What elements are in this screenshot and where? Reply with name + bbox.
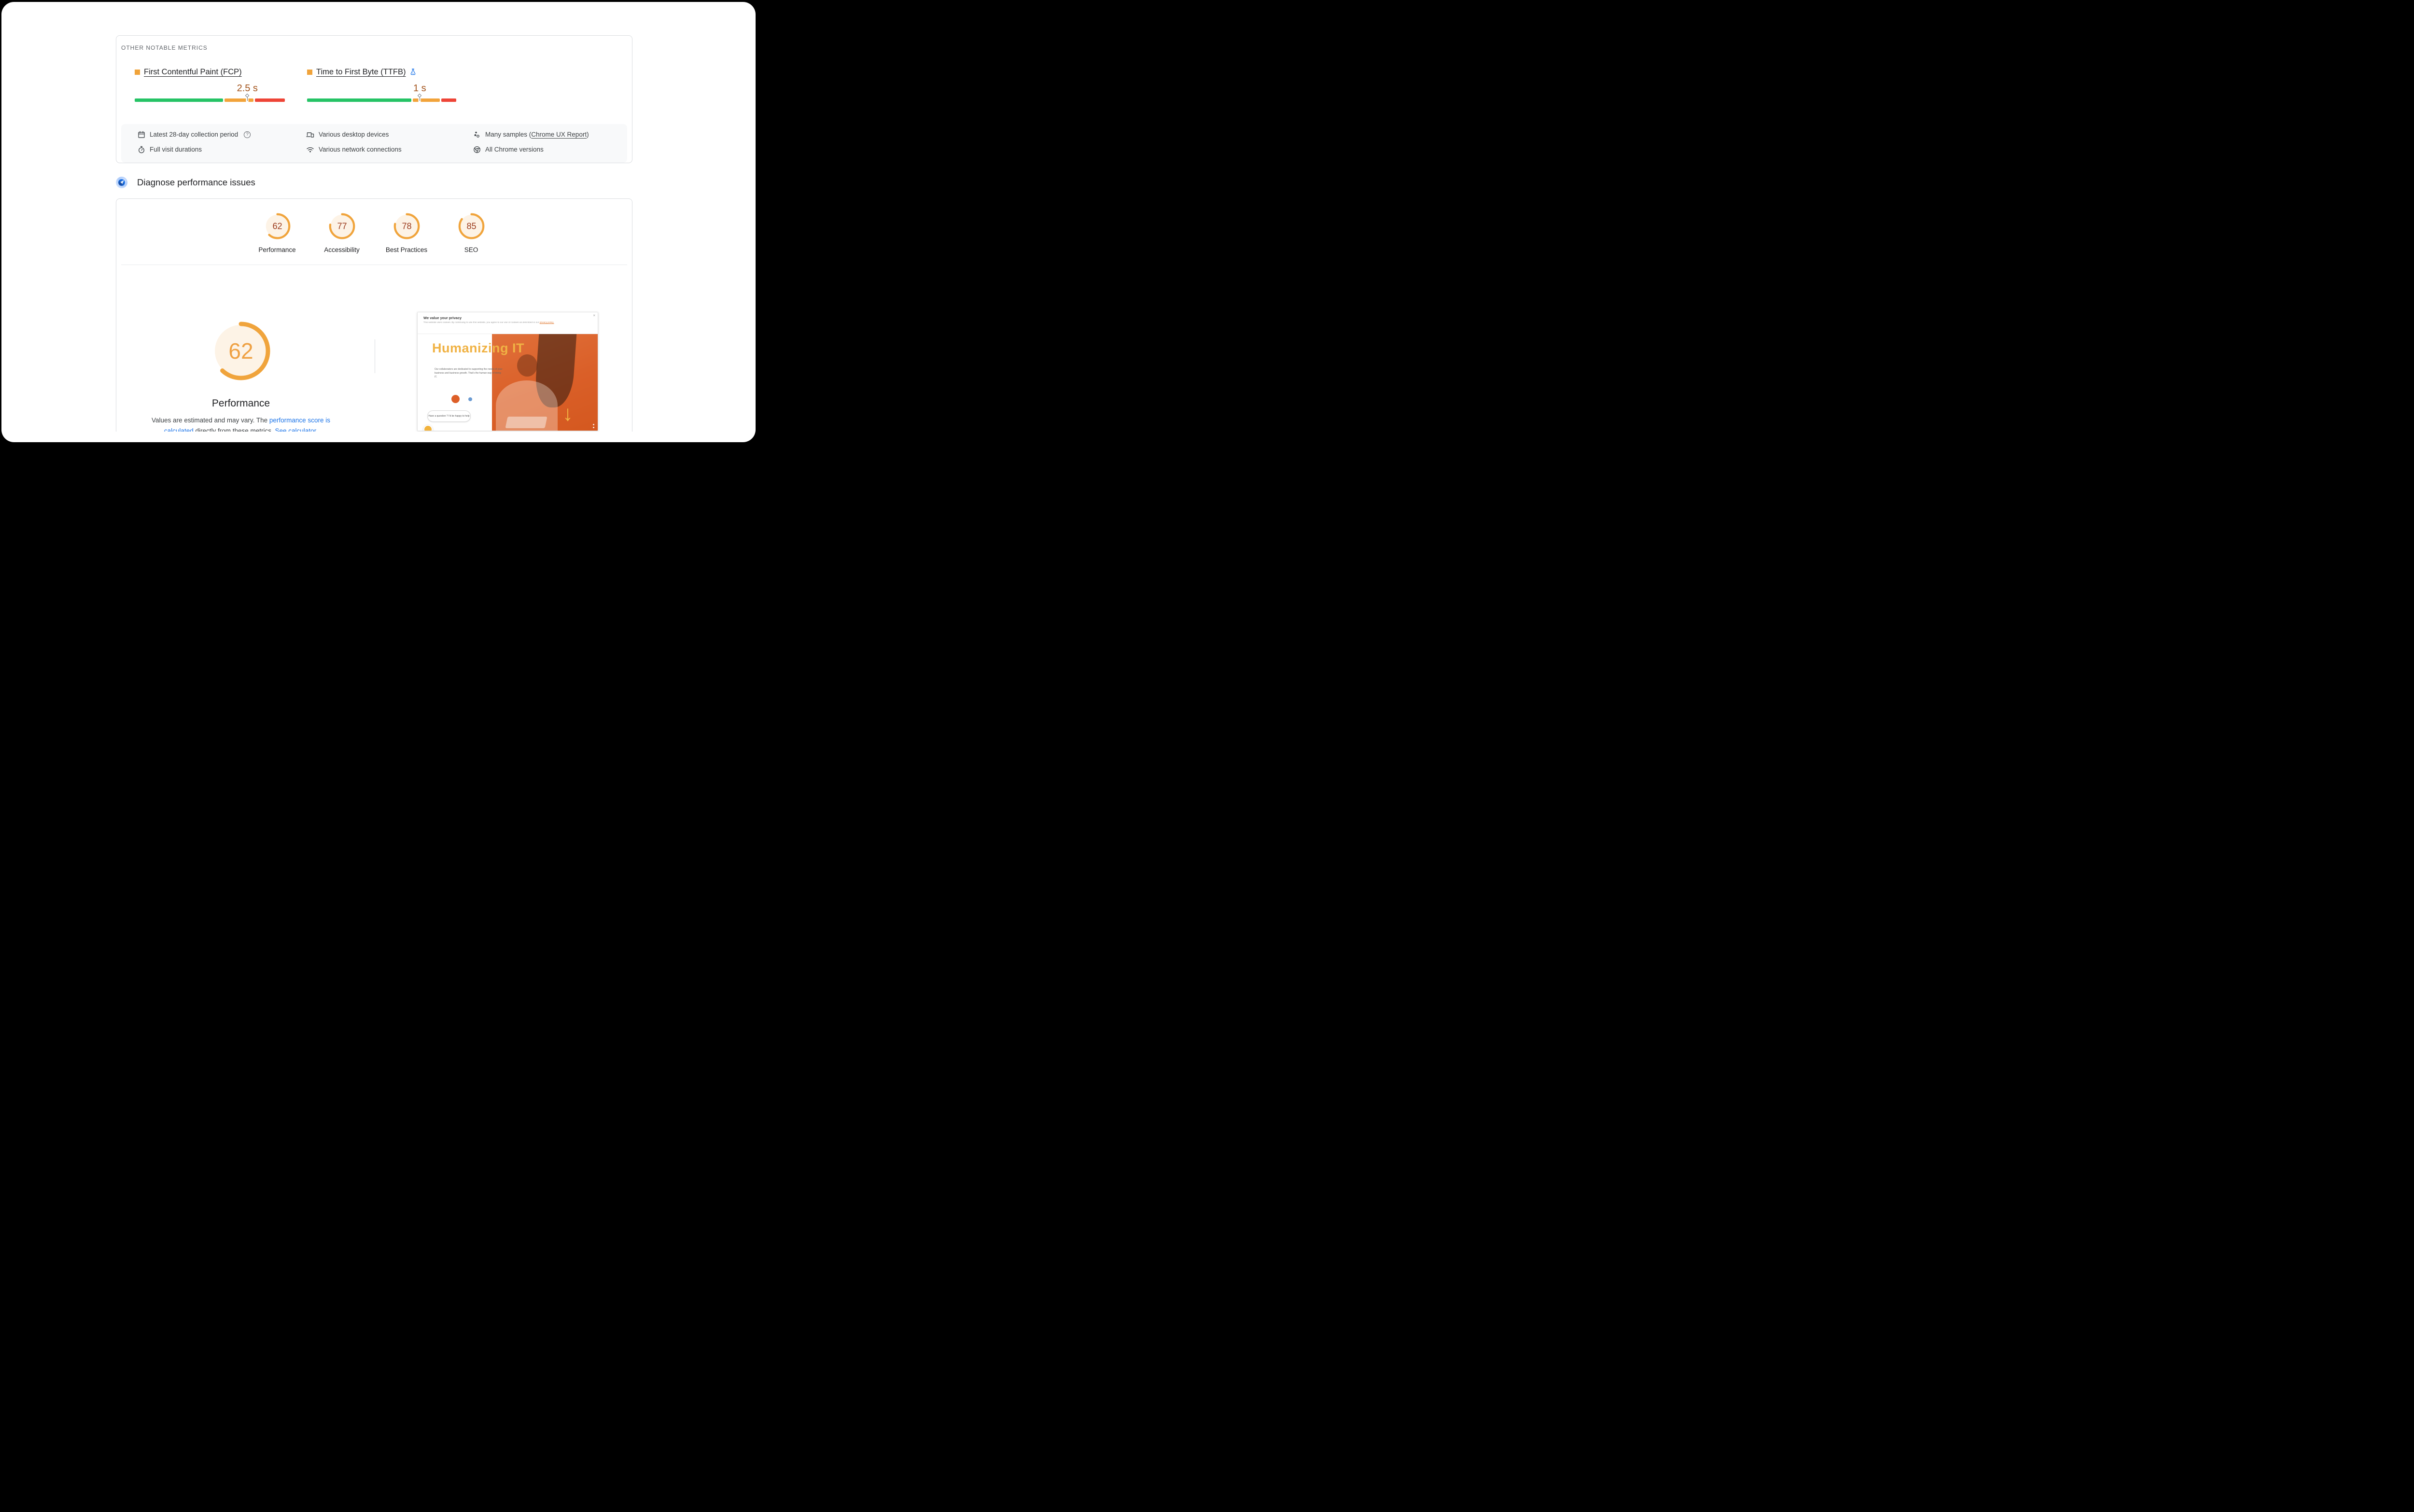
svg-text:77: 77 [337,222,347,231]
category-gauge-seo[interactable]: 85 SEO [450,212,492,253]
category-label: SEO [464,246,478,253]
chat-widget-icon [423,425,433,431]
info-label: Latest 28-day collection period [150,131,239,138]
metric-ttfb-title-row: Time to First Byte (TTFB) [307,67,456,77]
score-gauge: 62 [264,213,290,239]
svg-text:78: 78 [402,222,411,231]
chrome-ux-report-link[interactable]: Chrome UX Report [531,131,587,138]
orange-square-icon [307,69,312,75]
network-icon [307,147,314,152]
bar-segment-good [307,98,412,102]
lighthouse-gauge-icon [116,177,127,188]
metric-fcp-value: 2.5 s [237,83,258,94]
chrome-icon [474,146,480,153]
metric-ttfb-marker [418,93,422,101]
metric-ttfb-link[interactable]: Time to First Byte (TTFB) [316,68,406,77]
report-panel: OTHER NOTABLE METRICS First Contentful P… [1,2,756,442]
cookie-policy-link: privacy policy. [539,322,554,324]
laptop-shape [505,417,547,428]
devices-icon [306,132,314,138]
category-gauge-best-practices[interactable]: 78 Best Practices [386,212,427,253]
help-icon[interactable]: ? [244,131,251,138]
info-label: All Chrome versions [485,146,544,153]
chat-bubble: Have a question ? I'd be happy to help [427,410,471,422]
info-network-connections: Various network connections [306,146,473,154]
category-gauge-row: 62 Performance 77 Accessibility 78 Best … [116,212,632,253]
bar-segment-average [413,98,440,102]
bar-segment-good [135,98,224,102]
marker-diamond-icon [245,93,250,98]
diagnose-card: 62 Performance 77 Accessibility 78 Best … [116,198,632,432]
info-label: Many samples (Chrome UX Report) [485,131,589,138]
pagespeed-insights-screenshot: OTHER NOTABLE METRICS First Contentful P… [0,0,757,453]
page-indicator-dots [593,424,594,428]
metric-fcp-title-row: First Contentful Paint (FCP) [135,67,285,77]
svg-text:62: 62 [272,222,282,231]
info-chrome-versions: All Chrome versions [473,146,619,154]
hero-title: Humanizing IT [432,341,524,355]
hero-section: Humanizing IT Our collaborators are dedi… [418,334,598,431]
other-metrics-card: OTHER NOTABLE METRICS First Contentful P… [116,35,632,163]
collection-info-box: Latest 28-day collection period ? Variou… [121,124,627,163]
metric-ttfb-bar [307,98,456,102]
info-label: Various network connections [319,146,402,153]
info-many-samples: Many samples (Chrome UX Report) [473,131,619,139]
diagnose-heading: Diagnose performance issues [137,177,255,187]
category-gauge-performance[interactable]: 62 Performance [256,212,298,253]
score-gauge: 85 [458,213,484,239]
score-gauge: 78 [393,213,420,239]
info-label: Various desktop devices [319,131,389,138]
info-collection-period: Latest 28-day collection period ? [138,131,306,139]
see-calculator-link[interactable]: See calculator. [275,427,318,432]
category-label: Best Practices [385,246,428,253]
metric-ttfb: Time to First Byte (TTFB) 1 s [307,67,456,102]
hero-paragraph: Our collaborators are dedicated to suppo… [435,368,503,378]
metric-fcp-marker [245,93,250,101]
category-gauge-accessibility[interactable]: 77 Accessibility [321,212,363,253]
other-metrics-heading: OTHER NOTABLE METRICS [121,44,208,51]
cookie-banner-text: This website uses cookies. By continuing… [423,322,554,324]
score-gauge: 77 [329,213,355,239]
stopwatch-icon [138,146,145,153]
bar-segment-average [225,98,253,102]
person-head-shape [517,354,537,377]
calendar-icon [138,131,145,138]
category-label: Accessibility [324,246,360,253]
experimental-flask-icon [411,69,416,75]
diagnose-section-header: Diagnose performance issues [116,177,255,188]
category-label: Performance [258,246,296,253]
svg-text:85: 85 [466,222,476,231]
metric-fcp-bar [135,98,285,102]
chat-avatar [451,395,460,403]
info-label: Full visit durations [150,146,202,153]
performance-gauge-label: Performance [211,398,270,409]
bar-segment-poor [254,98,285,102]
info-visit-durations: Full visit durations [138,146,306,154]
svg-text:62: 62 [228,338,253,364]
chat-blue-dot [468,397,472,401]
metric-fcp-distribution: 2.5 s [135,83,285,102]
down-arrow-icon: ↓ [562,402,573,425]
close-icon: × [593,313,595,318]
marker-diamond-icon [418,93,422,98]
samples-icon [474,131,479,138]
cookie-banner-title: We value your privacy [423,316,462,320]
bar-segment-poor [441,98,456,102]
metric-fcp: First Contentful Paint (FCP) 2.5 s [135,67,285,102]
metric-ttfb-distribution: 1 s [307,83,456,102]
diagnose-card-clip: 62 Performance 77 Accessibility 78 Best … [116,198,632,432]
info-desktop-devices: Various desktop devices [306,131,473,139]
metric-ttfb-value: 1 s [413,83,426,94]
orange-square-icon [135,69,140,75]
score-disclaimer: Values are estimated and may vary. The p… [137,415,345,432]
cookie-banner: We value your privacy This website uses … [418,312,598,334]
metric-fcp-link[interactable]: First Contentful Paint (FCP) [144,68,242,77]
final-screenshot-thumbnail: × We value your privacy This website use… [417,312,598,431]
performance-main-gauge: 62 [211,322,270,380]
